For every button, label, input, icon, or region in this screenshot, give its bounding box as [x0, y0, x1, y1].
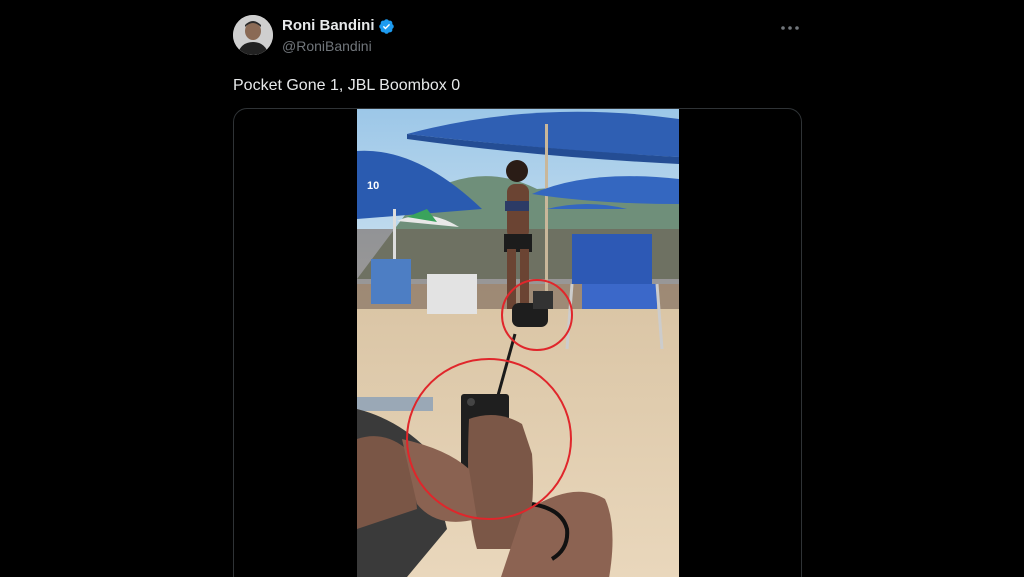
- more-horizontal-icon[interactable]: [779, 20, 801, 36]
- avatar-image: [233, 15, 273, 55]
- tweet: Roni Bandini @RoniBandini Pocket Gone 1,…: [233, 14, 802, 577]
- video-player[interactable]: 10: [357, 109, 679, 577]
- display-name-row: Roni Bandini: [282, 17, 395, 35]
- page: Roni Bandini @RoniBandini Pocket Gone 1,…: [0, 0, 1024, 577]
- author-names: Roni Bandini @RoniBandini: [282, 17, 395, 56]
- handle[interactable]: @RoniBandini: [282, 37, 395, 56]
- svg-text:10: 10: [367, 180, 379, 192]
- media-container[interactable]: 10: [233, 108, 802, 577]
- tweet-header: Roni Bandini @RoniBandini: [233, 14, 801, 60]
- tweet-text: Pocket Gone 1, JBL Boombox 0: [233, 77, 461, 94]
- display-name[interactable]: Roni Bandini: [282, 17, 375, 35]
- verified-badge-icon: [378, 18, 395, 35]
- video-frame: 10: [357, 109, 679, 577]
- umbrella-number: 10: [367, 180, 379, 192]
- avatar[interactable]: [233, 15, 273, 55]
